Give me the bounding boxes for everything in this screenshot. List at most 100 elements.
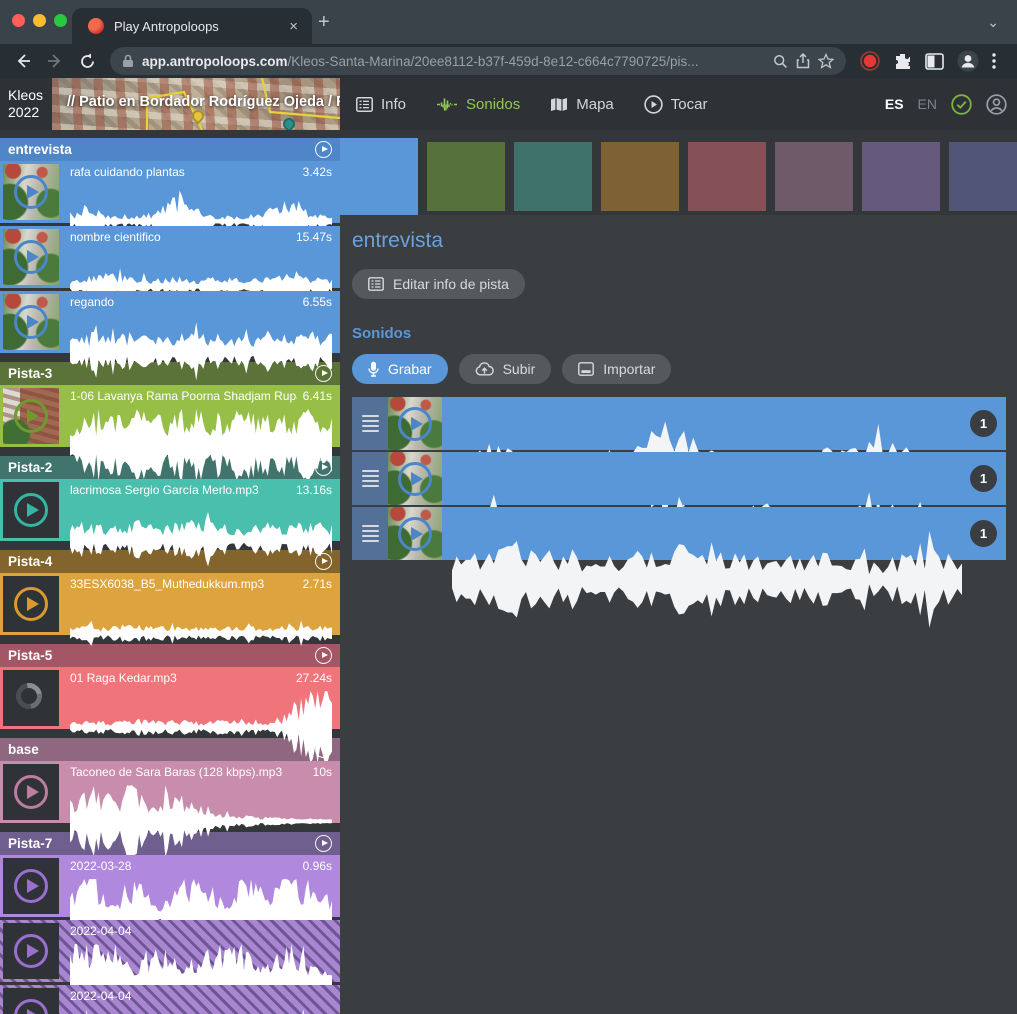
sound-row[interactable]: rafa cuidando plantas1 [352,397,1006,450]
track-swatch-1[interactable] [340,138,418,215]
play-button-icon[interactable] [398,517,432,551]
track-swatch-5[interactable] [688,142,766,211]
sound-clip[interactable]: 2022-03-280.96s [0,855,340,917]
track-play-button[interactable] [315,553,332,570]
maximize-window-button[interactable] [54,14,67,27]
new-tab-button[interactable]: + [318,12,330,32]
browser-menu-kebab-icon[interactable] [992,53,996,69]
sound-clip[interactable]: 01 Raga Kedar.mp327.24s [0,667,340,729]
upload-button[interactable]: Subir [459,354,552,384]
drag-handle[interactable] [352,452,388,505]
clip-thumbnail[interactable] [388,507,442,560]
browser-profile-avatar[interactable] [957,50,979,72]
lang-es-button[interactable]: ES [885,96,904,112]
play-button-icon[interactable] [14,399,48,433]
clip-waveform [70,500,332,579]
track-swatch-3[interactable] [514,142,592,211]
drag-handle[interactable] [352,507,388,560]
bookmark-star-icon[interactable] [818,53,834,69]
app-header: Kleos 2022 // Patio en Bordador Rodrígue… [0,78,1017,130]
sound-clip[interactable]: 1-06 Lavanya Rama Poorna Shadjam Rupak..… [0,385,340,447]
nav-tab-tocar[interactable]: Tocar [644,95,708,114]
track-play-button[interactable] [315,741,332,758]
clip-thumbnail[interactable] [388,397,442,450]
play-button-icon[interactable] [398,462,432,496]
sound-clip[interactable]: nombre cientifico15.47s [0,226,340,288]
play-button-icon[interactable] [398,407,432,441]
edit-track-info-button[interactable]: Editar info de pista [352,269,525,299]
clip-thumbnail[interactable] [3,670,59,726]
sound-clip[interactable]: 2022-04-04 [0,920,340,982]
clip-thumbnail[interactable] [3,576,59,632]
play-button-icon[interactable] [14,934,48,968]
record-button[interactable]: Grabar [352,354,448,384]
play-button-icon[interactable] [14,999,48,1014]
record-extension-icon[interactable] [860,51,880,71]
share-icon[interactable] [796,53,810,69]
track-swatch-7[interactable] [862,142,940,211]
extensions-puzzle-icon[interactable] [893,52,912,71]
clip-thumbnail[interactable] [388,452,442,505]
sound-clip[interactable]: rafa cuidando plantas3.42s [0,161,340,223]
back-button[interactable] [10,48,36,74]
track-swatch-2[interactable] [427,142,505,211]
drag-handle[interactable] [352,397,388,450]
nav-tab-mapa[interactable]: Mapa [550,96,614,113]
play-button-icon[interactable] [14,175,48,209]
clip-thumbnail[interactable] [3,923,59,979]
zoom-icon[interactable] [773,54,788,69]
tab-close-icon[interactable]: × [285,18,302,35]
track-swatch-6[interactable] [775,142,853,211]
track-panel: entrevista Editar info de pista Sonidos … [340,215,1017,1014]
track-play-button[interactable] [315,459,332,476]
track-section-header[interactable]: entrevista [0,138,340,161]
main-column: entrevista Editar info de pista Sonidos … [340,138,1017,1014]
clip-thumbnail[interactable] [3,988,59,1014]
sound-clip[interactable]: 33ESX6038_B5_Muthedukkum.mp32.71s [0,573,340,635]
import-box-icon [578,362,594,376]
clip-thumbnail[interactable] [3,764,59,820]
import-button[interactable]: Importar [562,354,671,384]
play-button-icon[interactable] [14,775,48,809]
track-swatch-4[interactable] [601,142,679,211]
clip-thumbnail[interactable] [3,388,59,444]
sound-clip[interactable]: regando6.55s [0,291,340,353]
clip-thumbnail[interactable] [3,482,59,538]
minimize-window-button[interactable] [33,14,46,27]
close-window-button[interactable] [12,14,25,27]
side-panel-icon[interactable] [925,53,944,70]
play-button-icon[interactable] [14,493,48,527]
nav-tab-sonidos[interactable]: Sonidos [436,96,520,113]
sound-clip[interactable]: Taconeo de Sara Baras (128 kbps).mp310s [0,761,340,823]
track-play-button[interactable] [315,365,332,382]
clip-thumbnail[interactable] [3,229,59,285]
header-right: ES EN [885,94,1007,115]
track-play-button[interactable] [315,647,332,664]
sound-clip[interactable]: lacrimosa Sergio García Merlo.mp313.16s [0,479,340,541]
track-swatch-8[interactable] [949,142,1017,211]
map-thumbnail[interactable]: // Patio en Bordador Rodríguez Ojeda / R… [52,78,340,130]
clip-thumbnail[interactable] [3,294,59,350]
track-play-button[interactable] [315,141,332,158]
account-icon[interactable] [986,94,1007,115]
play-button-icon[interactable] [14,587,48,621]
play-button-icon[interactable] [14,240,48,274]
sound-clip[interactable]: 2022-04-04 [0,985,340,1014]
forward-button[interactable] [42,48,68,74]
lang-en-button[interactable]: EN [918,96,937,112]
play-button-icon[interactable] [14,305,48,339]
clip-thumbnail[interactable] [3,164,59,220]
project-brand[interactable]: Kleos 2022 [0,87,52,121]
sound-row[interactable]: regando1 [352,507,1006,560]
reload-button[interactable] [74,48,100,74]
sound-row[interactable]: nombre cientifico1 [352,452,1006,505]
clip-name: 1-06 Lavanya Rama Poorna Shadjam Rupak..… [70,389,297,404]
browser-tab[interactable]: Play Antropoloops × [72,8,312,44]
tab-favicon-icon [88,18,104,34]
play-button-icon[interactable] [14,869,48,903]
clip-thumbnail[interactable] [3,858,59,914]
nav-tab-info[interactable]: Info [356,96,406,113]
url-bar[interactable]: app.antropoloops.com/Kleos-Santa-Marina/… [110,47,846,75]
track-play-button[interactable] [315,835,332,852]
tab-search-chevron-icon[interactable]: ⌄ [987,14,999,31]
